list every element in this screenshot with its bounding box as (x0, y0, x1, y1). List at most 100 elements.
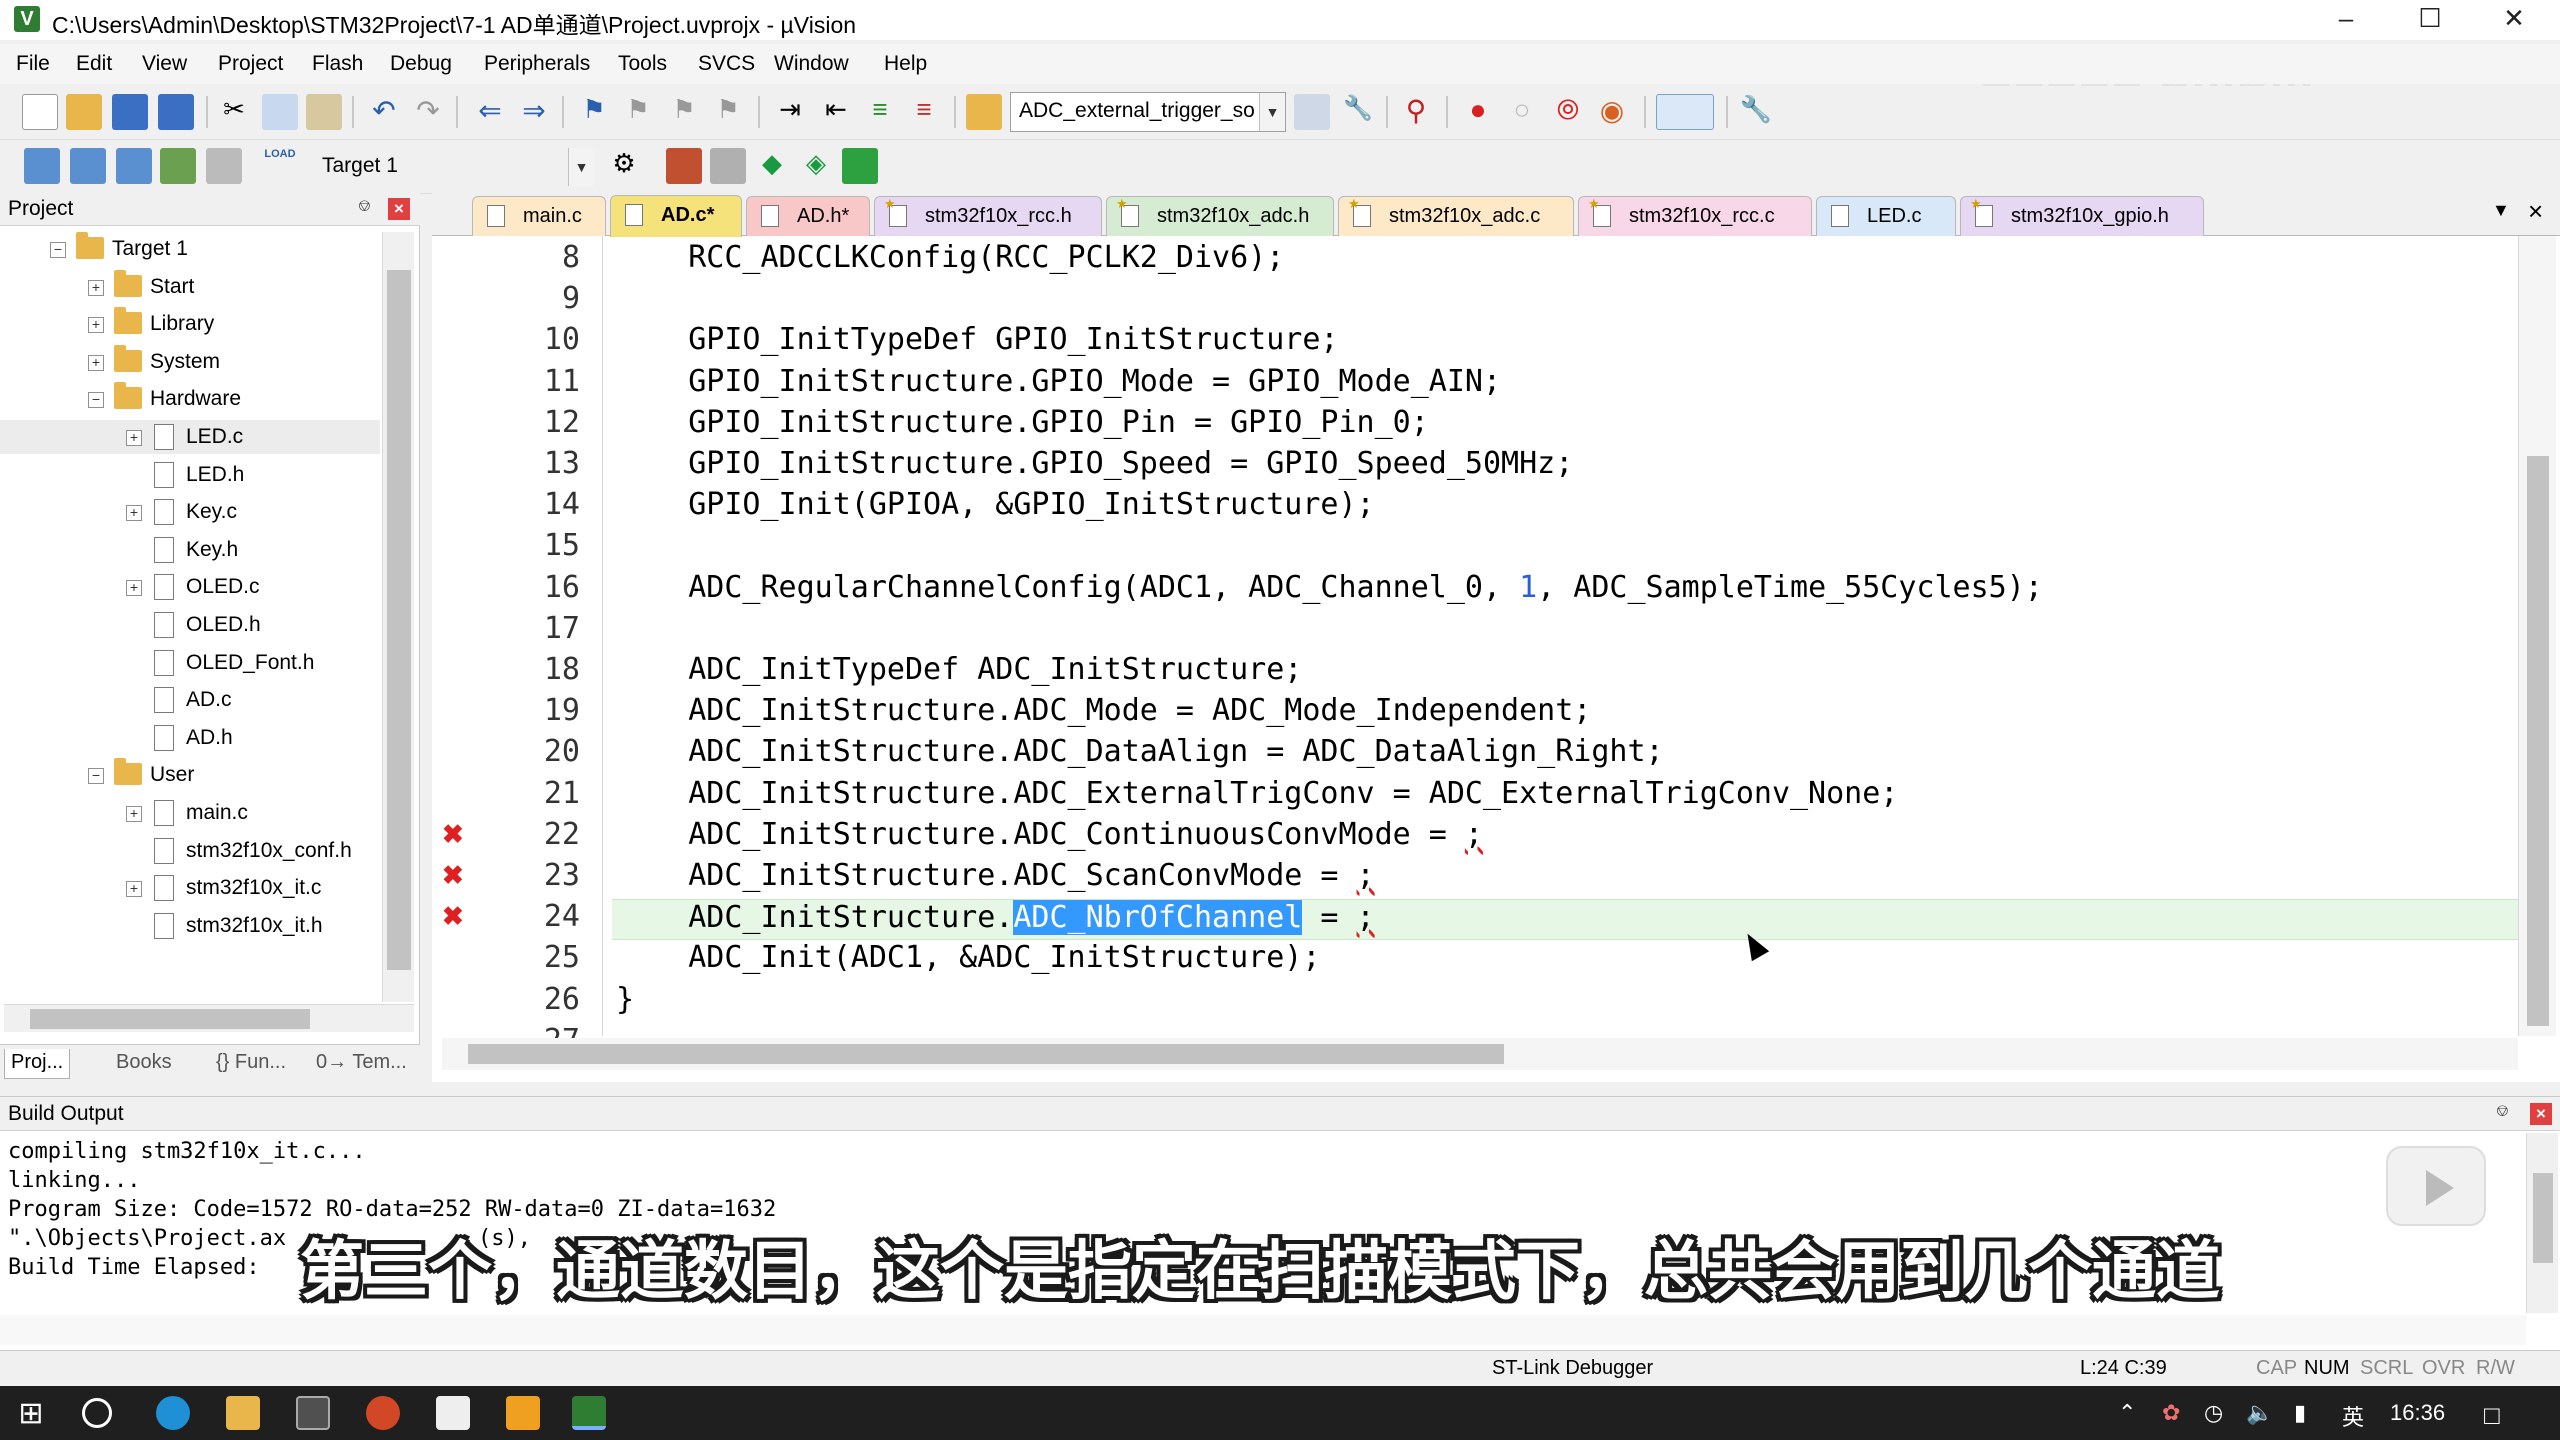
volume-icon[interactable]: 🔈 (2246, 1400, 2273, 1426)
target-combo[interactable]: Target 1 ▼ (314, 148, 594, 186)
minimize-button[interactable]: – (2306, 0, 2386, 40)
tray-expand-icon[interactable]: ⌃ (2118, 1400, 2136, 1426)
menu-peripherals[interactable]: Peripherals (484, 52, 590, 76)
code-line[interactable]: ADC_InitStructure.ADC_ScanConvMode = ; (612, 858, 2540, 899)
tree-item-stm32f10x-it-h[interactable]: stm32f10x_it.h (0, 909, 380, 943)
tree-item-user[interactable]: − User (0, 758, 380, 792)
code-line[interactable]: GPIO_Init(GPIOA, &GPIO_InitStructure); (612, 487, 2540, 528)
debug-session-icon[interactable]: ⚲ (1398, 94, 1434, 130)
code-line[interactable]: ADC_RegularChannelConfig(ADC1, ADC_Chann… (612, 570, 2540, 611)
file-explorer-icon[interactable] (226, 1396, 260, 1430)
scrollbar-thumb[interactable] (2533, 1173, 2553, 1263)
code-line[interactable]: GPIO_InitStructure.GPIO_Mode = GPIO_Mode… (612, 364, 2540, 405)
tree-item-library[interactable]: + Library (0, 307, 380, 341)
find-icon[interactable] (1294, 94, 1330, 130)
build-icon[interactable] (70, 148, 106, 184)
tree-item-key-h[interactable]: Key.h (0, 533, 380, 567)
expand-icon[interactable]: + (88, 279, 104, 296)
scrollbar-thumb[interactable] (468, 1044, 1504, 1064)
code-line[interactable]: GPIO_InitTypeDef GPIO_InitStructure; (612, 322, 2540, 363)
clock[interactable]: 16:36 (2390, 1400, 2445, 1426)
window-layout-dropdown[interactable] (1656, 94, 1714, 130)
tab-stm32f10x-gpio-h[interactable]: stm32f10x_gpio.h (1960, 196, 2204, 236)
expand-icon[interactable]: + (126, 881, 142, 898)
incremental-find-icon[interactable]: 🔧 (1340, 94, 1376, 130)
tab-ad-h-[interactable]: AD.h* (746, 196, 870, 236)
batch-build-icon[interactable] (160, 148, 196, 184)
expand-icon[interactable]: + (88, 317, 104, 334)
tree-item-key-c[interactable]: + Key.c (0, 495, 380, 529)
tab-stm32f10x-adc-h[interactable]: stm32f10x_adc.h (1106, 196, 1334, 236)
code-line[interactable]: ADC_InitStructure.ADC_Mode = ADC_Mode_In… (612, 693, 2540, 734)
tree-item-ad-c[interactable]: AD.c (0, 683, 380, 717)
code-line[interactable]: RCC_ADCCLKConfig(RCC_PCLK2_Div6); (612, 240, 2540, 281)
code-line[interactable] (612, 281, 2540, 322)
ime-indicator[interactable]: 英 (2342, 1400, 2364, 1432)
sublime-text-icon[interactable] (506, 1396, 540, 1430)
maximize-button[interactable]: ☐ (2390, 0, 2470, 40)
menu-flash[interactable]: Flash (312, 52, 363, 76)
expand-icon[interactable]: + (126, 806, 142, 822)
select-packs-icon[interactable]: ◈ (798, 148, 834, 184)
close-icon[interactable]: × (388, 198, 410, 220)
target-options-icon[interactable]: ⚙ (606, 148, 642, 184)
code-area[interactable]: RCC_ADCCLKConfig(RCC_PCLK2_Div6); GPIO_I… (612, 236, 2540, 1036)
tree-horizontal-scrollbar[interactable] (4, 1004, 414, 1032)
chevron-down-icon[interactable]: ▼ (568, 148, 594, 186)
menu-file[interactable]: File (16, 52, 50, 76)
pin-icon[interactable]: ⎊ (2496, 1103, 2509, 1121)
code-line[interactable]: GPIO_InitStructure.GPIO_Speed = GPIO_Spe… (612, 446, 2540, 487)
tree-item-stm32f10x-it-c[interactable]: + stm32f10x_it.c (0, 871, 380, 905)
code-line[interactable]: ADC_InitStructure.ADC_ExternalTrigConv =… (612, 776, 2540, 817)
tab-list-dropdown-icon[interactable]: ▼ (2492, 200, 2510, 221)
tree-item-oled-font-h[interactable]: OLED_Font.h (0, 646, 380, 680)
code-line[interactable] (612, 528, 2540, 569)
tree-item-start[interactable]: + Start (0, 269, 380, 304)
tray-app-icon[interactable]: ✿ (2162, 1400, 2180, 1426)
paste-icon[interactable] (306, 94, 342, 130)
rebuild-icon[interactable] (116, 148, 152, 184)
menu-tools[interactable]: Tools (618, 52, 667, 76)
chevron-down-icon[interactable]: ▼ (1259, 93, 1285, 131)
battery-icon[interactable]: ▮ (2294, 1400, 2306, 1426)
prev-bookmark-icon[interactable]: ⚑ (620, 94, 656, 130)
file-extensions-icon[interactable] (710, 148, 746, 184)
code-line[interactable]: ADC_Init(ADC1, &ADC_InitStructure); (612, 940, 2540, 981)
disable-breakpoints-icon[interactable]: ⦾ (1550, 94, 1586, 130)
scrollbar-thumb[interactable] (2527, 456, 2549, 1026)
tree-item-ad-h[interactable]: AD.h (0, 721, 380, 755)
build-horizontal-scrollbar[interactable] (0, 1315, 2526, 1345)
find-in-files-icon[interactable] (966, 94, 1002, 130)
keil-uvision-icon[interactable] (572, 1396, 606, 1430)
editor-horizontal-scrollbar[interactable] (442, 1038, 2518, 1070)
collapse-icon[interactable]: − (88, 392, 104, 409)
pack-installer-icon[interactable]: ◆ (754, 148, 790, 184)
stop-build-icon[interactable] (206, 148, 242, 184)
redo-icon[interactable]: ↷ (410, 94, 446, 130)
next-bookmark-icon[interactable]: ⚑ (666, 94, 702, 130)
collapse-icon[interactable]: − (88, 768, 104, 785)
search-icon[interactable] (82, 1398, 112, 1428)
code-line[interactable]: ADC_InitTypeDef ADC_InitStructure; (612, 652, 2540, 693)
enable-breakpoint-icon[interactable]: ○ (1504, 94, 1540, 130)
tab-led-c[interactable]: LED.c (1816, 196, 1956, 236)
cut-icon[interactable]: ✂ (216, 94, 252, 130)
configure-icon[interactable]: 🔧 (1738, 94, 1774, 130)
tree-vertical-scrollbar[interactable] (382, 232, 414, 1002)
expand-icon[interactable]: + (126, 430, 142, 446)
tree-item-oled-h[interactable]: OLED.h (0, 608, 380, 642)
tab-main-c[interactable]: main.c (472, 196, 606, 236)
insert-breakpoint-icon[interactable]: ● (1460, 94, 1496, 130)
manage-rte-icon[interactable] (842, 148, 878, 184)
tree-item-system[interactable]: + System (0, 344, 380, 379)
kill-breakpoints-icon[interactable]: ◉ (1594, 94, 1630, 130)
error-marker-icon[interactable]: ✖ (442, 860, 464, 891)
code-line[interactable]: } (612, 982, 2540, 1023)
tree-item-main-c[interactable]: + main.c (0, 796, 380, 830)
code-line[interactable] (612, 611, 2540, 652)
copy-icon[interactable] (262, 94, 298, 130)
tree-item-stm32f10x-conf-h[interactable]: stm32f10x_conf.h (0, 834, 380, 868)
tab-project[interactable]: Proj... (4, 1049, 71, 1079)
tab-ad-c-[interactable]: AD.c* (610, 195, 742, 237)
tree-item-target-1[interactable]: − Target 1 (0, 232, 380, 266)
